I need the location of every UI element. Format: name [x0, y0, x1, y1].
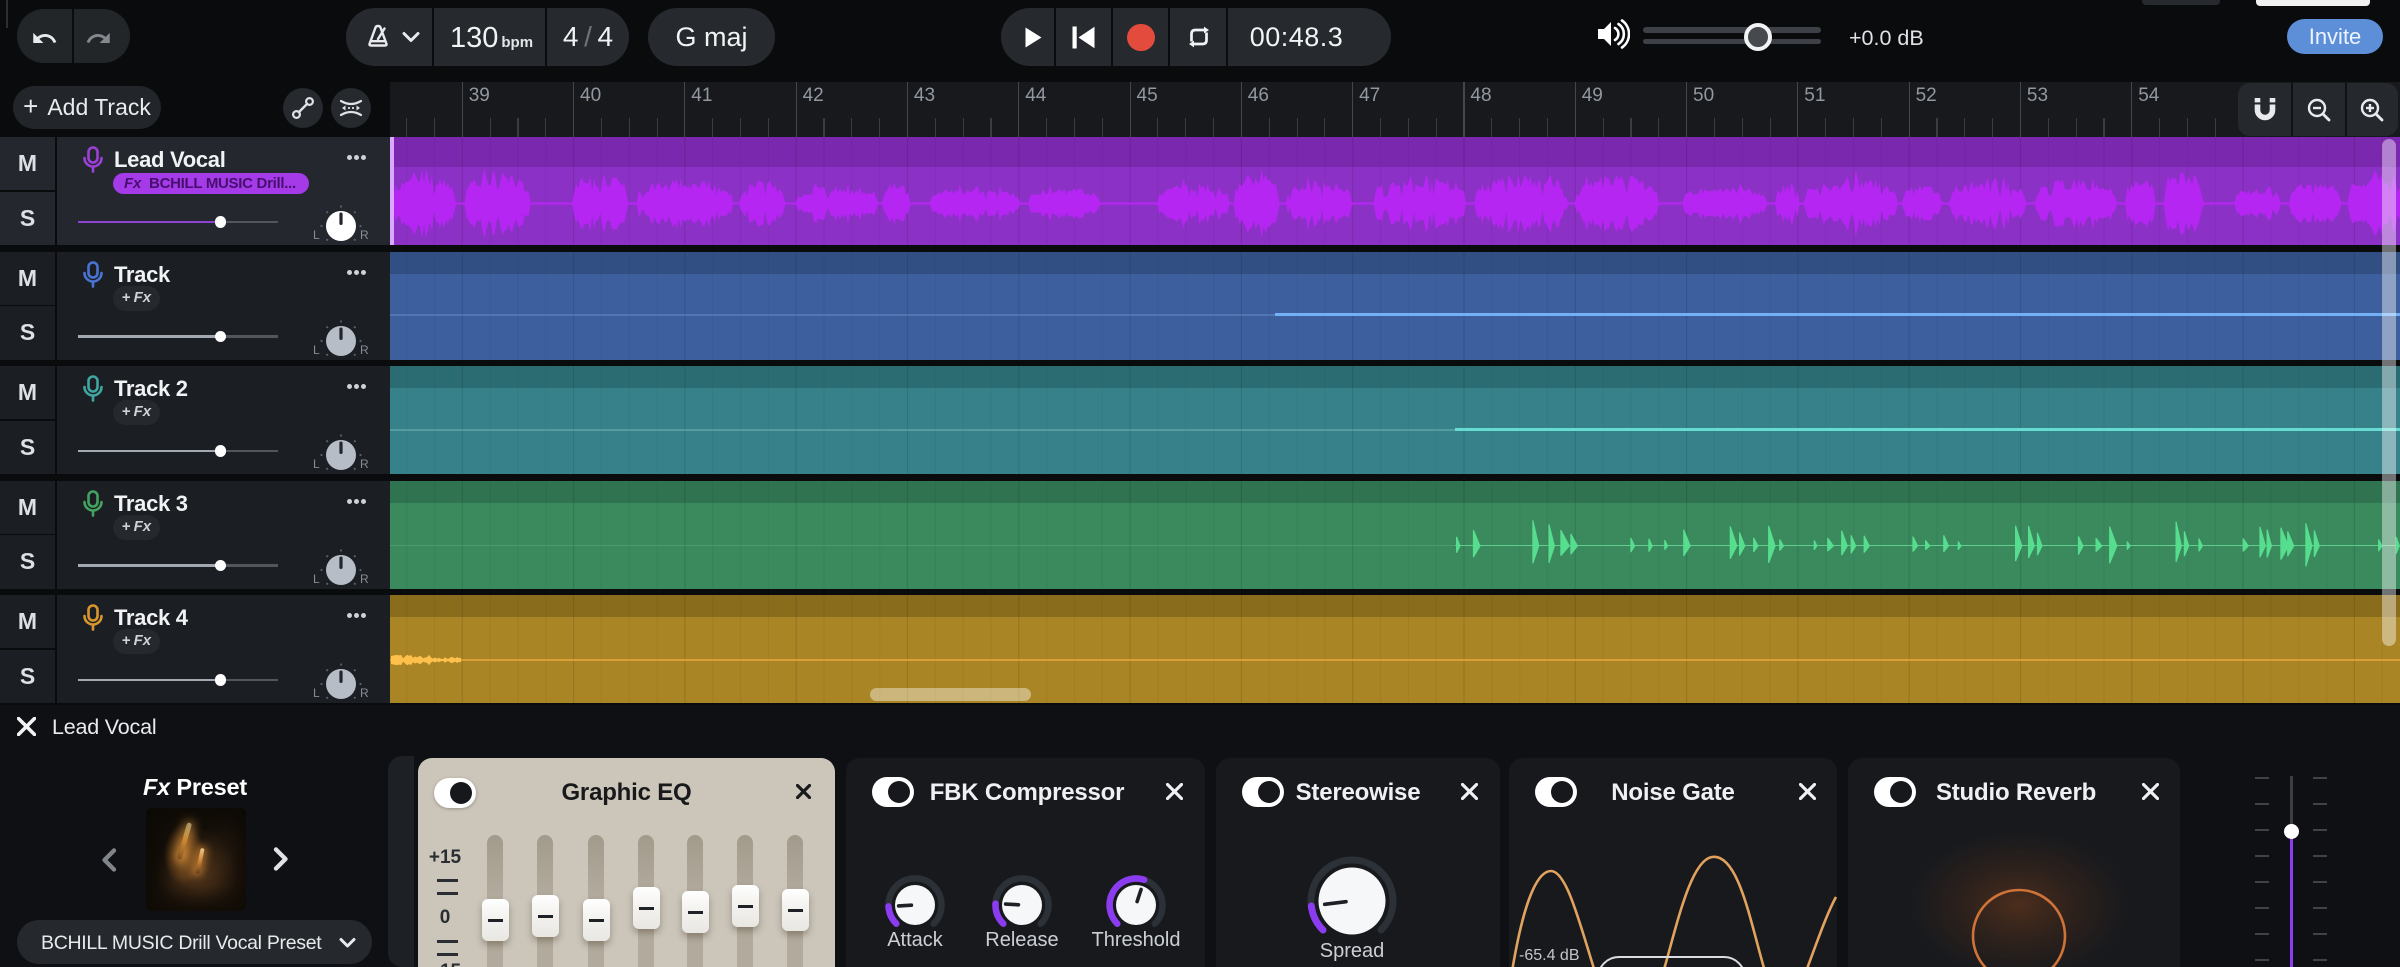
svg-text:-65.4 dB: -65.4 dB	[1519, 947, 1579, 964]
